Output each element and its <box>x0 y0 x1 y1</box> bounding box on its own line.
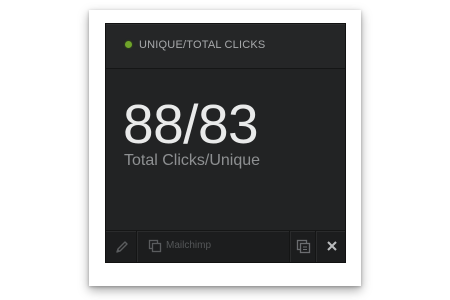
source-label: Mailchimp <box>166 240 212 251</box>
status-indicator <box>125 41 132 48</box>
close-button[interactable] <box>316 231 345 262</box>
pencil-icon <box>116 241 128 253</box>
widget-header: UNIQUE/TOTAL CLICKS <box>106 24 345 69</box>
source-button[interactable]: Mailchimp <box>137 231 290 262</box>
stats-widget: UNIQUE/TOTAL CLICKS 88/83 Total Clicks/U… <box>105 23 346 263</box>
close-icon <box>327 241 337 251</box>
copy-button[interactable] <box>290 231 316 262</box>
widget-footer: Mailchimp <box>106 230 345 262</box>
clicks-caption: Total Clicks/Unique <box>124 152 261 169</box>
copy-icon <box>296 239 311 254</box>
clicks-value: 88/83 <box>123 93 259 155</box>
edit-button[interactable] <box>106 231 137 262</box>
widget-title: UNIQUE/TOTAL CLICKS <box>139 39 266 51</box>
widget-body: 88/83 Total Clicks/Unique <box>106 69 345 232</box>
duplicate-icon <box>148 239 162 253</box>
